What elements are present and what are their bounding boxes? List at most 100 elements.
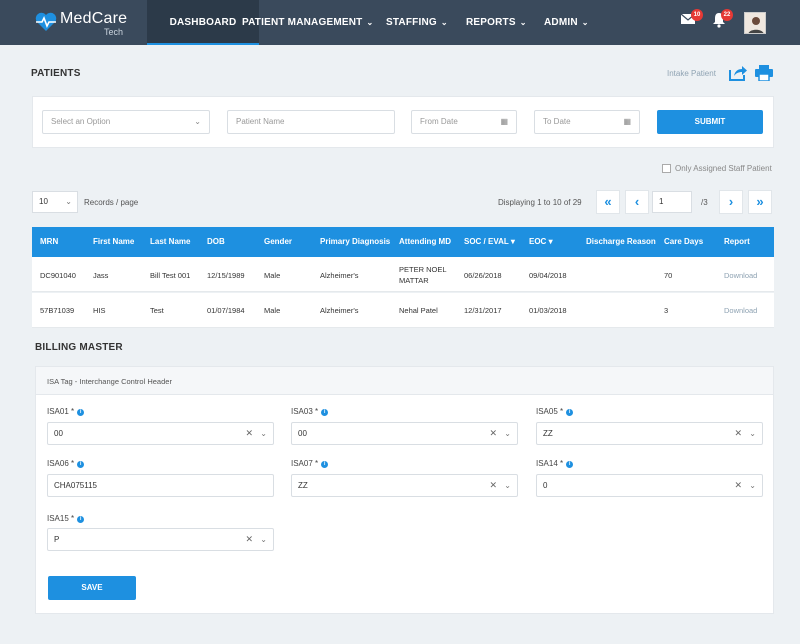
download-link[interactable]: Download xyxy=(724,271,757,280)
column-header-attending-md[interactable]: Attending MD xyxy=(399,237,451,246)
next-page-button[interactable]: › xyxy=(719,190,743,214)
chevron-down-icon[interactable]: ⌄ xyxy=(504,423,511,444)
page-number-input[interactable]: 1 xyxy=(652,191,692,213)
to-date-input[interactable]: To Date ▦ xyxy=(534,110,640,134)
nav-staffing[interactable]: STAFFING ⌄ xyxy=(386,0,448,45)
billing-master-card: ISA Tag - Interchange Control Header ISA… xyxy=(35,366,774,614)
double-chevron-right-icon: » xyxy=(756,194,764,209)
info-icon[interactable]: i xyxy=(77,516,85,523)
displaying-count: Displaying 1 to 10 of 29 xyxy=(498,198,582,207)
to-date-placeholder: To Date xyxy=(543,117,571,126)
column-header-gender[interactable]: Gender xyxy=(264,237,292,246)
isa15-value: P xyxy=(54,535,60,544)
checkbox-box[interactable] xyxy=(662,164,671,174)
info-icon[interactable]: i xyxy=(77,409,85,416)
option-select[interactable]: Select an Option ⌄ xyxy=(42,110,210,134)
column-header-last-name[interactable]: Last Name xyxy=(150,237,190,246)
patient-name-input[interactable]: Patient Name xyxy=(227,110,395,134)
cell-soc-eval: 12/31/2017 xyxy=(464,306,502,315)
chevron-down-icon[interactable]: ⌄ xyxy=(260,423,267,444)
calendar-icon[interactable]: ▦ xyxy=(623,111,631,133)
cell-attending-md-line2: MATTAR xyxy=(399,276,429,285)
info-icon[interactable]: i xyxy=(77,461,85,468)
isa05-label: ISA05 * i xyxy=(536,407,574,416)
page-size-select[interactable]: 10 ⌄ xyxy=(32,191,78,213)
prev-page-button[interactable]: ‹ xyxy=(625,190,649,214)
column-header-discharge-reason[interactable]: Discharge Reason xyxy=(586,237,656,246)
calendar-icon[interactable]: ▦ xyxy=(500,111,508,133)
column-header-first-name[interactable]: First Name xyxy=(93,237,134,246)
isa01-label-text: ISA01 * xyxy=(47,407,75,416)
isa05-select[interactable]: ZZ ✕ ⌄ xyxy=(536,422,763,445)
info-icon[interactable]: i xyxy=(566,461,574,468)
info-icon[interactable]: i xyxy=(321,461,329,468)
cell-dob: 01/07/1984 xyxy=(207,306,245,315)
option-select-placeholder: Select an Option xyxy=(51,117,111,126)
save-button[interactable]: SAVE xyxy=(48,576,136,600)
nav-dashboard-label: DASHBOARD xyxy=(169,17,237,28)
isa14-label: ISA14 * i xyxy=(536,459,574,468)
page-size-value: 10 xyxy=(39,197,48,206)
mail-count-badge: 10 xyxy=(691,9,703,21)
table-row[interactable]: 57B71039 HIS Test 01/07/1984 Male Alzhei… xyxy=(32,293,774,328)
isa06-label-text: ISA06 * xyxy=(47,459,75,468)
chevron-down-icon[interactable]: ⌄ xyxy=(504,475,511,496)
isa15-label-text: ISA15 * xyxy=(47,514,75,523)
cell-dob: 12/15/1989 xyxy=(207,271,245,280)
info-icon[interactable]: i xyxy=(321,409,329,416)
nav-admin[interactable]: ADMIN ⌄ xyxy=(544,0,589,45)
isa14-label-text: ISA14 * xyxy=(536,459,564,468)
notifications-button[interactable]: 22 xyxy=(712,9,733,30)
chevron-down-icon[interactable]: ⌄ xyxy=(260,529,267,550)
info-icon[interactable]: i xyxy=(566,409,574,416)
export-icon[interactable] xyxy=(729,65,747,81)
isa15-select[interactable]: P ✕ ⌄ xyxy=(47,528,274,551)
cell-care-days: 3 xyxy=(664,306,669,315)
clear-icon[interactable]: ✕ xyxy=(245,423,253,444)
nav-reports[interactable]: REPORTS ⌄ xyxy=(466,0,527,45)
from-date-input[interactable]: From Date ▦ xyxy=(411,110,517,134)
column-header-dob[interactable]: DOB xyxy=(207,237,225,246)
last-page-button[interactable]: » xyxy=(748,190,772,214)
table-row[interactable]: DC901040 Jass Bill Test 001 12/15/1989 M… xyxy=(32,257,774,292)
cell-soc-eval: 06/26/2018 xyxy=(464,271,502,280)
column-header-eoc[interactable]: EOC ▾ xyxy=(529,237,553,246)
brand-logo[interactable]: MedCare Tech xyxy=(34,8,144,38)
nav-patient-management[interactable]: PATIENT MANAGEMENT ⌄ xyxy=(242,0,373,45)
clear-icon[interactable]: ✕ xyxy=(734,423,742,444)
chevron-down-icon[interactable]: ⌄ xyxy=(749,475,756,496)
user-avatar[interactable] xyxy=(744,12,766,34)
isa01-select[interactable]: 00 ✕ ⌄ xyxy=(47,422,274,445)
column-header-soc-eval[interactable]: SOC / EVAL ▾ xyxy=(464,237,515,246)
only-assigned-label: Only Assigned Staff Patient xyxy=(675,164,772,173)
cell-first-name: Jass xyxy=(93,271,109,280)
download-link[interactable]: Download xyxy=(724,306,757,315)
cell-attending-md-line1: Nehal Patel xyxy=(399,306,438,315)
isa06-input[interactable]: CHA075115 xyxy=(47,474,274,497)
first-page-button[interactable]: « xyxy=(596,190,620,214)
column-header-mrn[interactable]: MRN xyxy=(40,237,58,246)
isa03-label-text: ISA03 * xyxy=(291,407,319,416)
column-header-primary-diagnosis[interactable]: Primary Diagnosis xyxy=(320,237,390,246)
patients-title: PATIENTS xyxy=(31,68,81,79)
isa14-select[interactable]: 0 ✕ ⌄ xyxy=(536,474,763,497)
clear-icon[interactable]: ✕ xyxy=(245,529,253,550)
only-assigned-checkbox[interactable]: Only Assigned Staff Patient xyxy=(662,164,772,174)
isa03-select[interactable]: 00 ✕ ⌄ xyxy=(291,422,518,445)
column-header-report[interactable]: Report xyxy=(724,237,750,246)
column-header-care-days[interactable]: Care Days xyxy=(664,237,703,246)
print-icon[interactable] xyxy=(755,65,773,81)
clear-icon[interactable]: ✕ xyxy=(489,423,497,444)
isa07-label-text: ISA07 * xyxy=(291,459,319,468)
isa07-select[interactable]: ZZ ✕ ⌄ xyxy=(291,474,518,497)
cell-first-name: HIS xyxy=(93,306,106,315)
isa06-value: CHA075115 xyxy=(54,481,97,490)
chevron-down-icon[interactable]: ⌄ xyxy=(749,423,756,444)
submit-button[interactable]: SUBMIT xyxy=(657,110,763,134)
mail-button[interactable]: 10 xyxy=(680,9,703,28)
intake-patient-link[interactable]: Intake Patient xyxy=(667,69,716,78)
clear-icon[interactable]: ✕ xyxy=(489,475,497,496)
from-date-placeholder: From Date xyxy=(420,117,458,126)
chevron-left-icon: ‹ xyxy=(634,194,640,209)
clear-icon[interactable]: ✕ xyxy=(734,475,742,496)
